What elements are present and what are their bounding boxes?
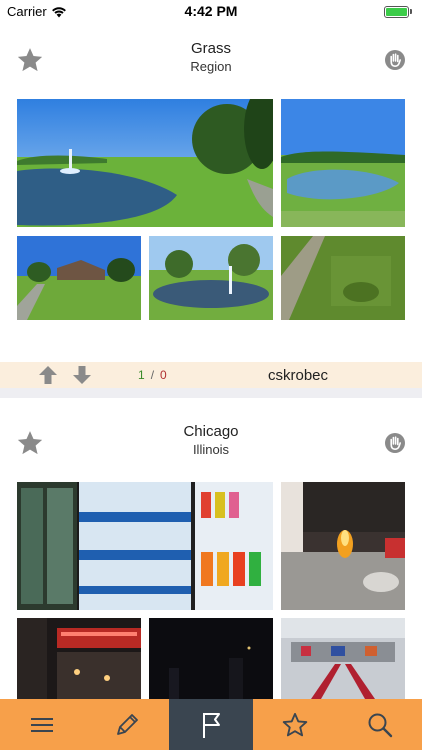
vote-bar: 1 / 0 cskrobec	[0, 362, 422, 388]
post-title: Grass	[190, 40, 231, 57]
photo-pond-fountain[interactable]	[17, 99, 273, 227]
pencil-icon	[116, 713, 138, 735]
photo-pond-wide[interactable]	[281, 99, 405, 227]
photo-fountain-close[interactable]	[149, 236, 273, 320]
photo-night-sky[interactable]	[149, 618, 273, 699]
battery-icon	[384, 5, 414, 18]
photo-grass-closeup[interactable]	[281, 236, 405, 320]
star-icon	[283, 712, 308, 736]
flag-icon	[202, 712, 220, 738]
tab-bar	[0, 699, 422, 750]
downvote-count: 0	[160, 368, 167, 382]
post-subtitle: Region	[190, 59, 232, 74]
photo-teppanyaki[interactable]	[281, 482, 405, 610]
post-card: Grass Region	[0, 32, 422, 92]
tab-compose[interactable]	[84, 699, 168, 750]
post-title: Chicago	[183, 423, 239, 440]
post-username[interactable]: cskrobec	[268, 367, 328, 384]
photo-mall-atrium[interactable]	[281, 618, 405, 699]
post-header: Grass Region	[0, 32, 422, 92]
tab-favorites[interactable]	[253, 699, 337, 750]
post-header: Chicago Illinois	[0, 415, 422, 475]
upvote-arrow-icon[interactable]	[38, 365, 58, 385]
photo-clubhouse[interactable]	[17, 236, 141, 320]
upvote-count: 1	[138, 368, 145, 382]
status-bar: Carrier 4:42 PM	[0, 0, 422, 22]
downvote-arrow-icon[interactable]	[72, 365, 92, 385]
post-separator	[0, 388, 422, 398]
search-icon	[368, 713, 392, 737]
report-hand-icon[interactable]	[384, 432, 406, 454]
vote-separator: /	[150, 368, 155, 382]
tab-flag[interactable]	[168, 699, 254, 750]
tab-menu[interactable]	[0, 699, 84, 750]
post-subtitle: Illinois	[192, 442, 230, 457]
post-card: Chicago Illinois	[0, 415, 422, 475]
status-time: 4:42 PM	[184, 3, 238, 19]
photo-night-street[interactable]	[17, 618, 141, 699]
vote-count: 1 / 0	[138, 368, 167, 382]
menu-icon	[31, 717, 54, 732]
photo-drink-cooler[interactable]	[17, 482, 273, 610]
report-hand-icon[interactable]	[384, 49, 406, 71]
tab-search[interactable]	[338, 699, 422, 750]
